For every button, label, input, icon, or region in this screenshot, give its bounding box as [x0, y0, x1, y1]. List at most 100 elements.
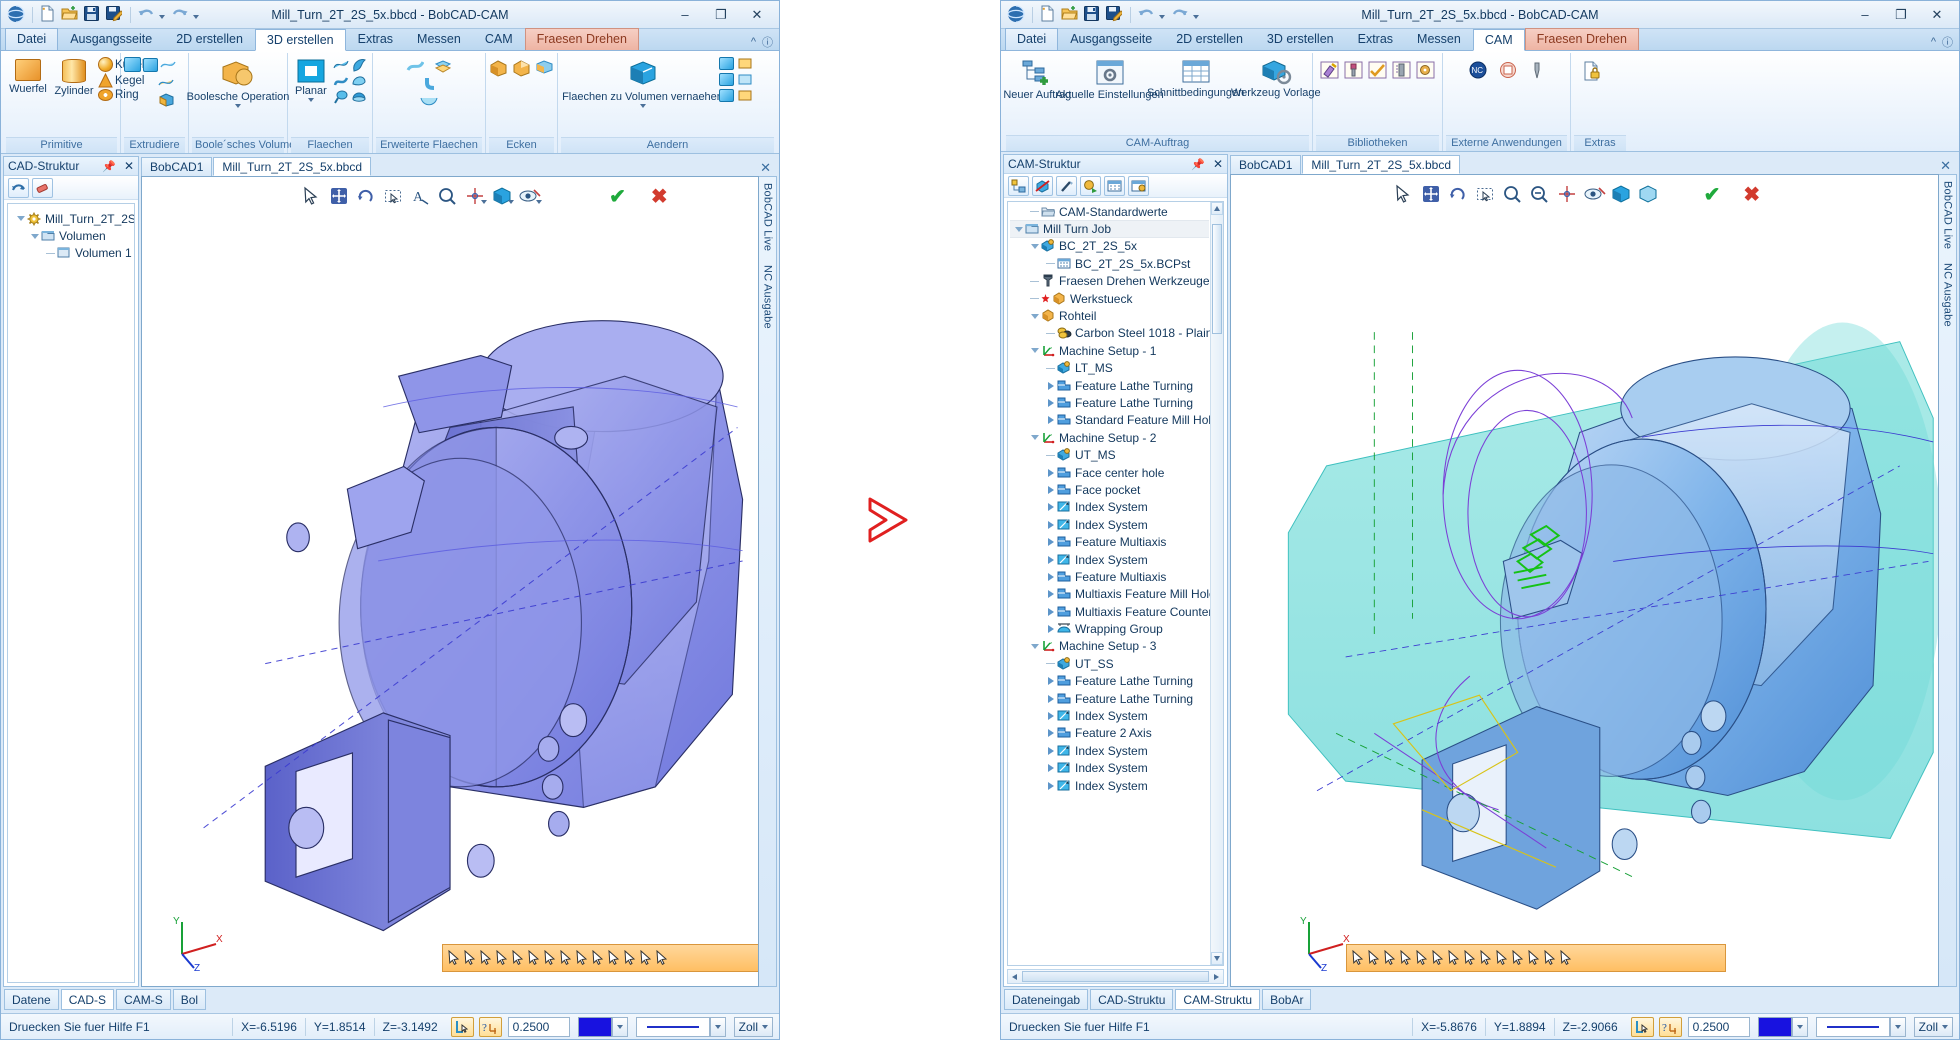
chamfer-icon[interactable] — [512, 59, 531, 77]
ribbon-tab-ausgangsseite[interactable]: Ausgangsseite — [1058, 28, 1164, 50]
aktuelle-einstellungen-button[interactable]: Aktuelle Einstellungen — [1071, 57, 1149, 103]
ribbon-help-icon[interactable]: ⓘ — [762, 34, 773, 50]
twisty-right-icon[interactable] — [1044, 608, 1057, 616]
play-cursor-icon-4[interactable] — [495, 950, 509, 966]
document-close-icon[interactable]: ✕ — [754, 160, 777, 176]
unit-selector[interactable]: Zoll — [734, 1017, 773, 1037]
probe-icon[interactable] — [1528, 61, 1546, 80]
play-cursor-icon-7[interactable] — [543, 950, 557, 966]
swept-surface-icon[interactable] — [333, 73, 349, 88]
modify4-icon[interactable] — [738, 73, 753, 86]
twisty-right-icon[interactable] — [1044, 399, 1057, 407]
app-logo-icon[interactable] — [1007, 5, 1026, 24]
ribbon-tab-2d-erstellen[interactable]: 2D erstellen — [164, 28, 255, 50]
ribbon-tab-2d-erstellen[interactable]: 2D erstellen — [1164, 28, 1255, 50]
undo-dropdown-icon[interactable] — [159, 15, 165, 19]
ribbon-tab-fraesen-drehen[interactable]: Fraesen Drehen — [525, 28, 639, 50]
save-icon[interactable] — [1083, 5, 1102, 24]
aendern-row-3[interactable] — [719, 89, 753, 102]
undo-icon[interactable] — [1137, 5, 1156, 24]
bottom-tab-cam-struktur[interactable]: CAM-S — [116, 989, 171, 1010]
blend-surface-icon[interactable] — [434, 59, 452, 74]
ribbon-help-icon[interactable]: ⓘ — [1942, 34, 1953, 50]
linetype-dropdown-icon[interactable] — [1890, 1017, 1906, 1037]
twisty-right-icon[interactable] — [1044, 538, 1057, 546]
ribbon-tab-fraesen-drehen[interactable]: Fraesen Drehen — [1525, 28, 1639, 50]
play-cursor-icon-9[interactable] — [575, 950, 589, 966]
material-library-icon[interactable] — [1392, 61, 1411, 79]
feature-library-icon[interactable] — [1368, 61, 1387, 79]
extrude-surface-icon[interactable] — [160, 58, 176, 72]
planar-dropdown-icon[interactable] — [308, 98, 314, 102]
cam-tree-item[interactable]: Index System — [1010, 760, 1209, 777]
ribbon-collapse-icon[interactable]: ^ — [751, 36, 756, 48]
extrude-cube2-icon[interactable] — [143, 58, 158, 72]
twisty-right-icon[interactable] — [1044, 677, 1057, 685]
post-library-icon[interactable] — [1416, 61, 1435, 79]
flaechen-row-2[interactable] — [333, 73, 367, 88]
cad-structure-tree[interactable]: Mill_Turn_2T_2S_5x Volumen Volumen 1 — [7, 203, 135, 983]
nc-ausgabe-strip-label[interactable]: NC Ausgabe — [1942, 263, 1954, 327]
dimension-icon[interactable]: ? — [479, 1017, 502, 1037]
snap-to-entity-icon[interactable] — [451, 1017, 474, 1037]
boolesche-operation-button[interactable]: Boolesche Operation — [192, 57, 284, 110]
snap-to-entity-icon[interactable] — [1631, 1017, 1654, 1037]
tree-item-volumen[interactable]: Volumen — [12, 227, 134, 244]
close-icon[interactable]: ✕ — [1213, 157, 1223, 171]
cam-tree-item[interactable]: Wrapping Group — [1010, 620, 1209, 637]
doc-tab-millturn[interactable]: Mill_Turn_2T_2S_5x.bbcd — [1302, 155, 1460, 174]
tree-item-volumen-1[interactable]: Volumen 1 — [12, 245, 134, 262]
step-value-input[interactable]: 0.2500 — [1688, 1017, 1750, 1037]
right-document-tabs[interactable]: BobCAD1 Mill_Turn_2T_2S_5x.bbcd ✕ — [1230, 154, 1957, 174]
cam-tree-item[interactable]: Face pocket — [1010, 481, 1209, 498]
ribbon-tab-ausgangsseite[interactable]: Ausgangsseite — [58, 28, 164, 50]
bottom-tab-cam-struktur[interactable]: CAM-Struktu — [1175, 989, 1260, 1010]
hscroll-thumb[interactable] — [1022, 971, 1209, 982]
left-side-vertical-strip[interactable]: BobCAD Live NC Ausgabe — [759, 176, 777, 987]
play-cursor-icon-11[interactable] — [1511, 950, 1525, 966]
wuerfel-button[interactable]: Wuerfel — [6, 57, 50, 97]
play-cursor-icon-12[interactable] — [623, 950, 637, 966]
planar-button[interactable]: Planar — [291, 57, 331, 104]
twisty-right-icon[interactable] — [1044, 625, 1057, 633]
color-swatch[interactable] — [1758, 1017, 1792, 1037]
save-as-icon[interactable] — [1105, 5, 1124, 24]
ribbon-tab-cam[interactable]: CAM — [1473, 29, 1525, 51]
twisty-right-icon[interactable] — [1044, 782, 1057, 790]
erw-flaechen-row-1[interactable] — [406, 59, 452, 74]
ribbon-tab-extras[interactable]: Extras — [1346, 28, 1405, 50]
cam-tree-horizontal-scrollbar[interactable] — [1007, 969, 1224, 984]
twisty-down-icon[interactable] — [1012, 227, 1025, 232]
doc-tab-millturn[interactable]: Mill_Turn_2T_2S_5x.bbcd — [213, 157, 371, 176]
bottom-tab-cad-struktur[interactable]: CAD-S — [61, 989, 114, 1010]
cam-tree-item[interactable]: Index System — [1010, 707, 1209, 724]
twisty-down-icon[interactable] — [1028, 348, 1041, 353]
cam-tree-item[interactable]: Standard Feature Mill Hole — [1010, 412, 1209, 429]
color-swatch[interactable] — [578, 1017, 612, 1037]
play-cursor-icon-1[interactable] — [1351, 950, 1365, 966]
open-folder-icon[interactable] — [1061, 5, 1080, 24]
cam-tree-item[interactable]: Machine Setup - 1 — [1010, 342, 1209, 359]
close-button[interactable]: ✕ — [739, 4, 775, 26]
twisty-down-icon[interactable] — [1028, 435, 1041, 440]
bobcad-live-strip-label[interactable]: BobCAD Live — [762, 183, 774, 251]
revolved-surface-icon[interactable] — [351, 57, 367, 72]
twisty-down-icon[interactable] — [1028, 244, 1041, 249]
ribbon-tab-datei[interactable]: Datei — [5, 28, 58, 50]
play-cursor-icon-3[interactable] — [1383, 950, 1397, 966]
play-cursor-icon-13[interactable] — [1543, 950, 1557, 966]
ribbon-tab-3d-erstellen[interactable]: 3D erstellen — [1255, 28, 1346, 50]
app-logo-icon[interactable] — [7, 5, 26, 24]
twisty-right-icon[interactable] — [1044, 590, 1057, 598]
no-post-icon[interactable] — [1032, 176, 1053, 196]
color-dropdown-icon[interactable] — [612, 1017, 628, 1037]
play-cursor-icon-1[interactable] — [447, 950, 461, 966]
twisty-right-icon[interactable] — [1044, 764, 1057, 772]
locked-document-icon[interactable] — [1582, 61, 1602, 81]
twisty-right-icon[interactable] — [1044, 416, 1057, 424]
tree-item-mill-turn-root[interactable]: Mill_Turn_2T_2S_5x — [12, 210, 134, 227]
modify3-icon[interactable] — [719, 73, 734, 86]
bottom-tab-bobart[interactable]: Bol — [173, 989, 206, 1010]
draft-surface-icon[interactable] — [419, 95, 439, 109]
holder-library-icon[interactable] — [1344, 61, 1363, 79]
